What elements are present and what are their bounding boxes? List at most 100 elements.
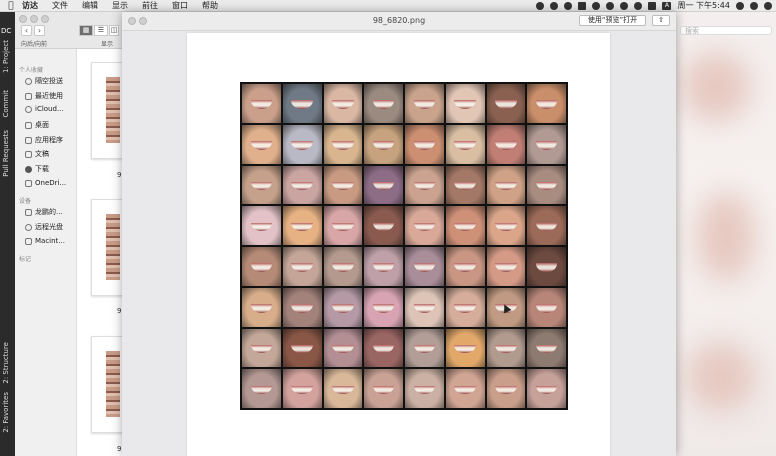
image-canvas (187, 33, 610, 456)
file-name[interactable]: 9 (117, 445, 121, 453)
minimize-window-icon[interactable] (30, 15, 38, 23)
file-thumbnail[interactable] (91, 199, 123, 296)
sidebar-item-macintosh[interactable]: Macint... (25, 237, 65, 245)
mouth-shape (413, 100, 436, 109)
sidebar-item-downloads[interactable]: 下载 (25, 164, 49, 174)
siri-icon[interactable] (750, 1, 758, 10)
file-name[interactable]: 9 (117, 307, 121, 315)
file-thumbnail[interactable] (91, 336, 123, 433)
laptop-icon (25, 208, 32, 216)
ide-project-label: DC (1, 27, 12, 35)
image-tile (282, 328, 322, 368)
image-tile (323, 124, 363, 164)
sidebar-item-desktop[interactable]: 桌面 (25, 120, 49, 130)
tab-favorites[interactable]: 2: Favorites (2, 392, 10, 433)
image-tile (242, 247, 281, 286)
folder-icon (25, 179, 32, 187)
share-icon[interactable]: ⇧ (652, 15, 670, 26)
icon-view-button[interactable]: ▦ (79, 25, 93, 36)
spotlight-icon[interactable] (736, 1, 744, 10)
menu-item-file[interactable]: 文件 (52, 0, 68, 11)
image-tile (445, 124, 485, 164)
forward-button[interactable]: › (34, 25, 45, 36)
mouth-shape (413, 385, 436, 395)
mouth-shape (291, 385, 313, 395)
image-tile (405, 247, 444, 286)
wechat-icon[interactable] (550, 1, 559, 10)
clipboard-icon[interactable] (578, 1, 587, 10)
mouth-shape (495, 222, 517, 232)
clock-text[interactable]: 周一 下午5:44 (677, 0, 730, 11)
image-tile (242, 369, 281, 408)
mouth-shape (454, 344, 476, 354)
tab-commit[interactable]: Commit (2, 90, 10, 118)
image-tile (486, 328, 526, 368)
menu-item-view[interactable]: 显示 (112, 0, 128, 11)
mouth-shape (332, 304, 354, 313)
sync-icon[interactable] (592, 1, 601, 10)
mouth-shape (291, 304, 313, 313)
bluetooth-icon[interactable] (620, 1, 629, 10)
mouth-shape (535, 344, 558, 354)
mouth-shape (291, 344, 313, 354)
apple-icon[interactable]:  (0, 1, 22, 11)
image-tile (282, 165, 322, 205)
mouth-shape (413, 344, 436, 354)
mouth-shape (454, 304, 476, 313)
mouth-shape (291, 222, 313, 232)
background-window (676, 12, 776, 456)
image-tile (405, 287, 444, 327)
file-thumbnail[interactable] (91, 62, 123, 159)
menu-item-help[interactable]: 帮助 (202, 0, 218, 11)
mouth-shape (250, 385, 273, 395)
file-name[interactable]: 9 (117, 171, 121, 179)
image-tile (527, 84, 566, 123)
record-icon[interactable] (536, 1, 545, 10)
mouth-shape (372, 181, 395, 191)
wifi-icon[interactable] (634, 1, 643, 10)
desktop-icon (25, 121, 32, 129)
menu-item-finder[interactable]: 访达 (22, 0, 38, 11)
file-pane: 9 9 9 (77, 49, 123, 456)
image-tile (445, 206, 485, 245)
image-tile (445, 247, 485, 286)
sidebar-item-icloud[interactable]: iCloud... (25, 105, 64, 113)
tab-project[interactable]: 1: Project (2, 40, 10, 73)
sidebar-item-remote-disc[interactable]: 远程光盘 (25, 222, 63, 232)
column-view-button[interactable]: ◫ (109, 25, 119, 36)
sidebar-item-recents[interactable]: 最近使用 (25, 91, 63, 101)
back-button[interactable]: ‹ (21, 25, 32, 36)
notification-center-icon[interactable] (764, 1, 772, 10)
sidebar-item-onedrive[interactable]: OneDri... (25, 179, 66, 187)
menu-item-go[interactable]: 前往 (142, 0, 158, 11)
image-tile (527, 165, 566, 205)
input-method-icon[interactable]: A (662, 1, 672, 10)
sidebar-section-devices: 设备 (19, 198, 32, 205)
view-label: 显示 (101, 41, 114, 48)
airdrop-icon (25, 77, 32, 85)
image-tile (445, 328, 485, 368)
open-with-preview-button[interactable]: 使用“预览”打开 (579, 15, 646, 26)
mouth-shape (535, 100, 558, 109)
cloud-icon[interactable] (564, 1, 573, 10)
list-view-button[interactable]: ☰ (94, 25, 108, 36)
menu-item-edit[interactable]: 编辑 (82, 0, 98, 11)
tab-structure[interactable]: 2: Structure (2, 342, 10, 384)
zoom-window-icon[interactable] (41, 15, 49, 23)
sidebar-item-airdrop[interactable]: 隔空投送 (25, 76, 63, 86)
mouth-shape (495, 141, 517, 150)
document-icon (25, 150, 32, 158)
sidebar-item-computer[interactable]: 龙鹏的... (25, 207, 63, 217)
sidebar-item-applications[interactable]: 应用程序 (25, 135, 63, 145)
image-tile (527, 124, 566, 164)
battery-icon[interactable] (648, 1, 657, 10)
image-tile (323, 287, 363, 327)
mouth-shape (535, 304, 558, 313)
close-window-icon[interactable] (19, 15, 27, 23)
sidebar-item-documents[interactable]: 文稿 (25, 149, 49, 159)
image-tile (527, 247, 566, 286)
tab-pull-requests[interactable]: Pull Requests (2, 130, 10, 177)
menu-item-window[interactable]: 窗口 (172, 0, 188, 11)
clock-icon[interactable] (606, 1, 615, 10)
image-tile (527, 369, 566, 408)
